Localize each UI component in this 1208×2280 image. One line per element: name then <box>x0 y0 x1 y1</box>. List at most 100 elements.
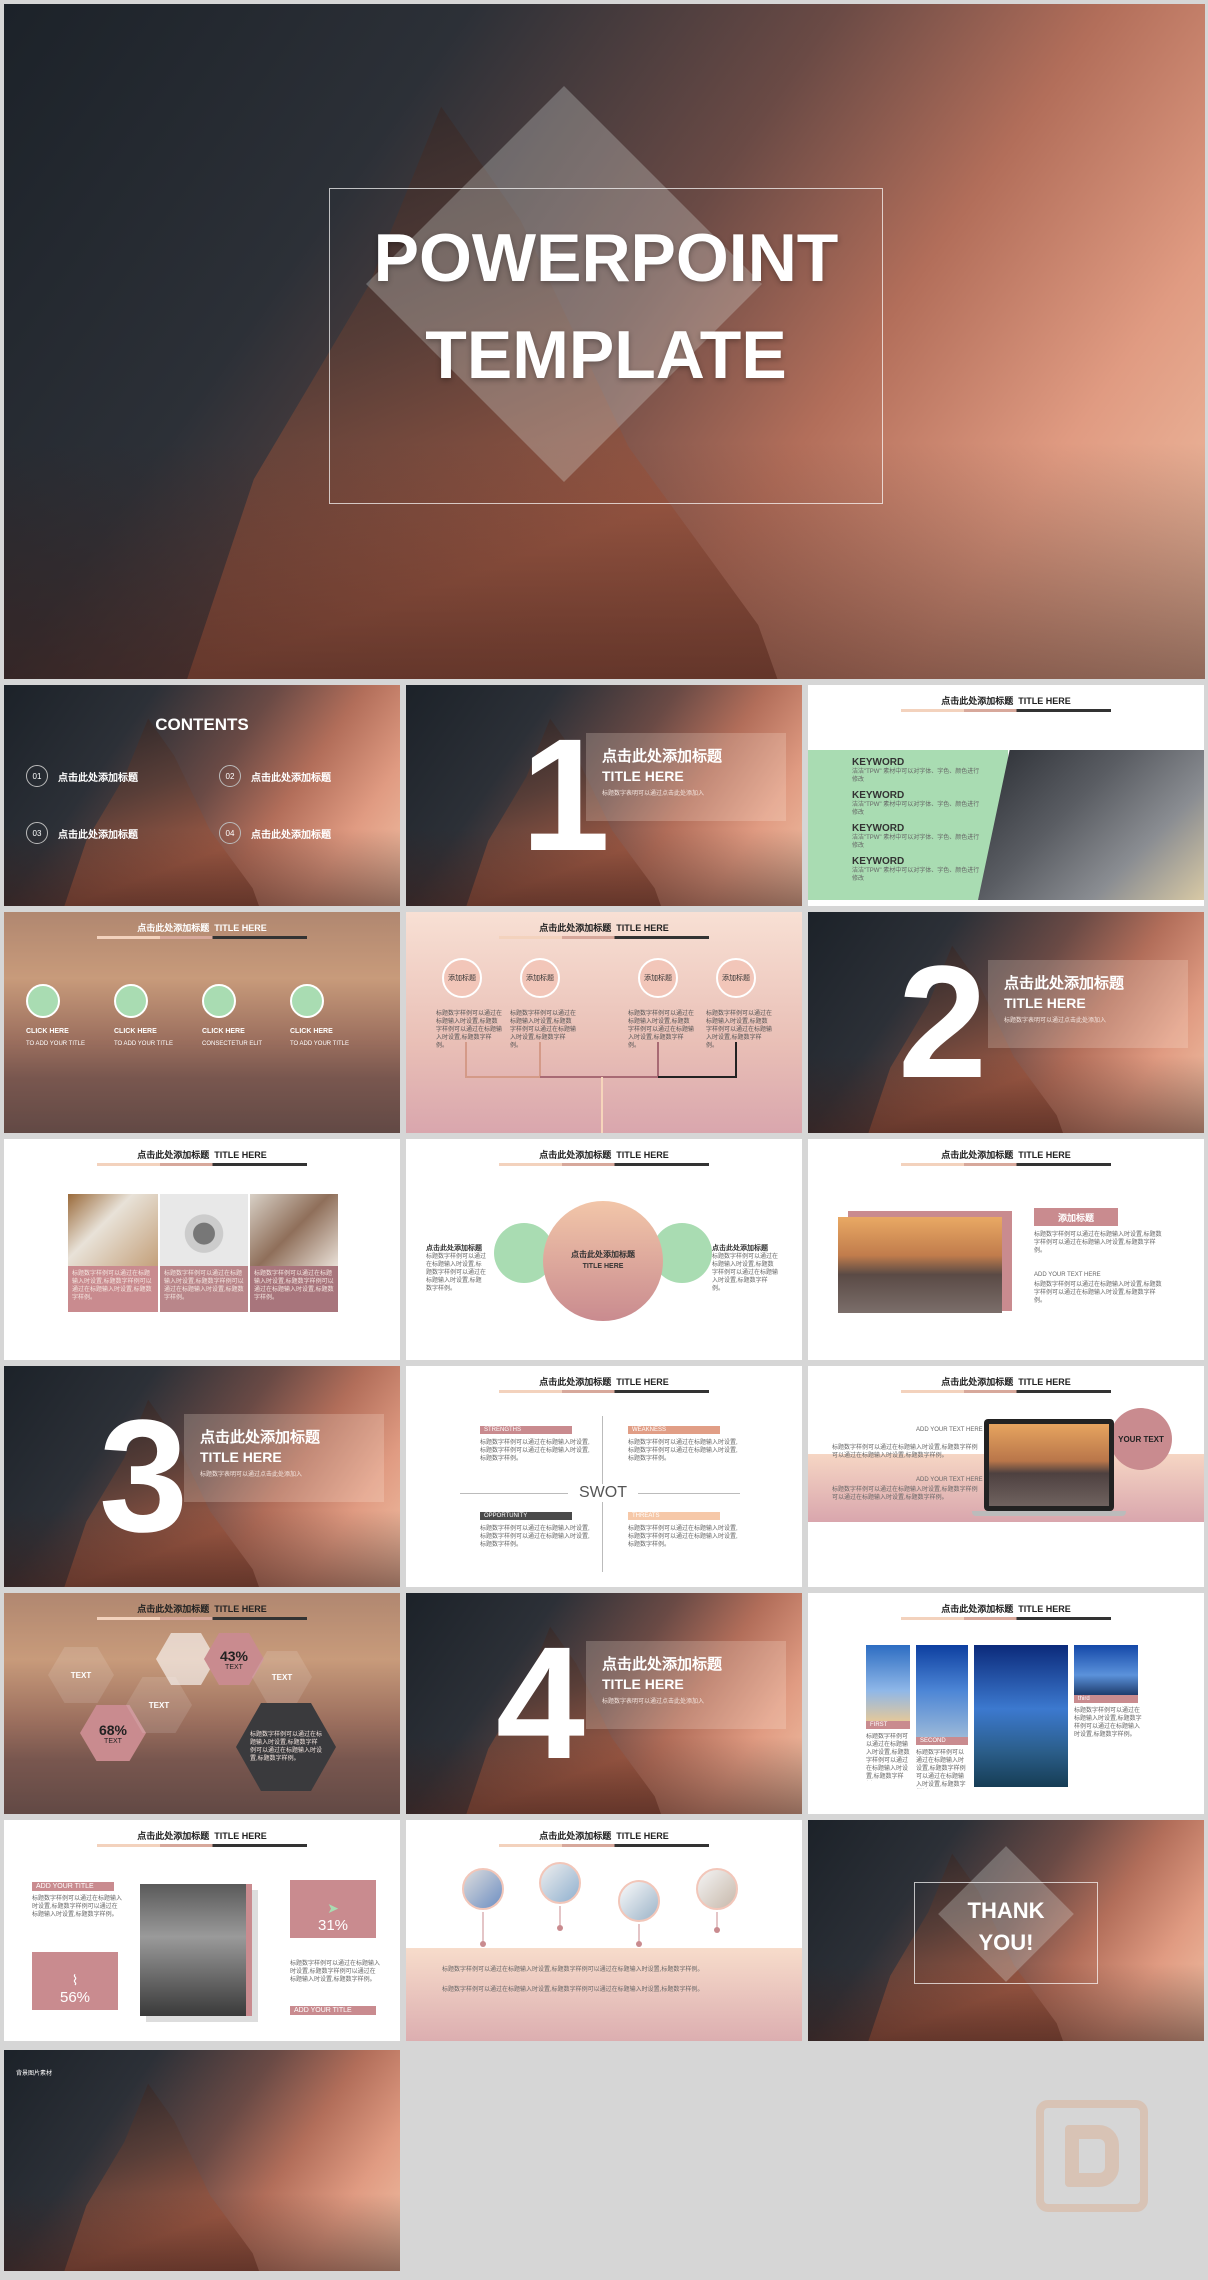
clickhere-item[interactable]: CLICK HERE TO ADD YOUR TITLE <box>26 984 86 1047</box>
body-text: 标题数字样例可以通过在标题输入时设置,标题数字样例可以通过在标题输入时设置,标题… <box>426 1254 487 1292</box>
swot-weakness[interactable]: WEAKNESS <box>628 1426 720 1434</box>
body-text: 标题数字样例可以通过在标题输入时设置,标题数字样例可以通过在标题输入时设置,标题… <box>442 1987 704 1993</box>
keyword-desc: 洁洁"TPW" 素材中可以对字体、字色、颜色进行修改 <box>852 868 980 882</box>
background-slide[interactable]: 背景图片素材 <box>4 2050 400 2271</box>
contents-title: CONTENTS <box>155 715 249 734</box>
clickhere-label: CLICK HERE <box>290 1028 333 1035</box>
body-text: 标题数字样例可以通过在标题输入时设置,标题数字样例可以通过在标题输入时设置,标题… <box>1034 1282 1162 1304</box>
hex-percent: 68% <box>98 1721 128 1738</box>
contents-slide[interactable]: CONTENTS 01 点击此处添加标题 02 点击此处添加标题 03 点击此处… <box>4 685 400 906</box>
header-cn: 点击此处添加标题 <box>539 1377 612 1387</box>
book-photo <box>68 1194 158 1266</box>
body-text: 标题数字样例可以通过在标题输入时设置,标题数字样例可以通过在标题输入时设置,标题… <box>832 1487 978 1501</box>
swot-center: SWOT <box>568 1484 638 1502</box>
photos-slide[interactable]: 点击此处添加标题 TITLE HERE 标题数字样例可以通过在标题输入时设置,标… <box>4 1139 400 1360</box>
body-text: 标题数字样例可以通过在标题输入时设置,标题数字样例可以通过在标题输入时设置,标题… <box>72 1271 152 1301</box>
timeline-pins <box>480 1906 720 1947</box>
header-cn: 点击此处添加标题 <box>941 1604 1014 1614</box>
swot-strengths[interactable]: STRENGTHS <box>480 1426 572 1434</box>
header-bar <box>97 936 307 939</box>
your-text-circle[interactable]: YOUR TEXT <box>1110 1408 1172 1470</box>
caption-box: 标题数字样例可以通过在标题输入时设置,标题数字样例可以通过在标题输入时设置,标题… <box>68 1266 158 1312</box>
letter-photo <box>250 1194 338 1266</box>
contents-item-1[interactable]: 01 点击此处添加标题 <box>26 765 138 787</box>
tree-lines <box>465 1042 737 1133</box>
swot-opportunity[interactable]: OPPORTUNITY <box>480 1512 572 1520</box>
section-cn: 点击此处添加标题 <box>1004 975 1125 992</box>
canal-text-slide[interactable]: 点击此处添加标题 TITLE HERE 添加标题 标题数字样例可以通过在标题输入… <box>808 1139 1204 1360</box>
section-cn: 点击此处添加标题 <box>602 1656 723 1673</box>
tree-slide[interactable]: 点击此处添加标题 TITLE HERE 添加标题 添加标题 添加标题 添加标题 … <box>406 912 802 1133</box>
swot-threats[interactable]: THREATS <box>628 1512 720 1520</box>
header-en: TITLE HERE <box>214 923 267 933</box>
header-cn: 点击此处添加标题 <box>941 1150 1014 1160</box>
section-3-slide[interactable]: 3 点击此处添加标题 TITLE HERE 标题数字表明可以通过点击此处添加入 <box>4 1366 400 1587</box>
section-4-slide[interactable]: 4 点击此处添加标题 TITLE HERE 标题数字表明可以通过点击此处添加入 <box>406 1593 802 1814</box>
header-en: TITLE HERE <box>1018 696 1071 706</box>
stats-title-1[interactable]: ADD YOUR TITLE <box>32 1882 114 1891</box>
cover-title-2: TEMPLATE <box>425 317 787 393</box>
section-1-slide[interactable]: 1 点击此处添加标题 TITLE HERE 标题数字表明可以通过点击此处添加入 <box>406 685 802 906</box>
header-bar <box>901 1163 1111 1166</box>
stats-title-2[interactable]: ADD YOUR TITLE <box>290 2006 376 2015</box>
clickhere-item[interactable]: CLICK HERE CONSECTETUR ELIT <box>202 984 262 1047</box>
clickhere-sub: TO ADD YOUR TITLE <box>26 1041 86 1047</box>
contents-item-2[interactable]: 02 点击此处添加标题 <box>219 765 331 787</box>
header-cn: 点击此处添加标题 <box>137 1604 210 1614</box>
clickhere-item[interactable]: CLICK HERE TO ADD YOUR TITLE <box>290 984 350 1047</box>
paper-plane-icon: ➤ <box>327 1900 339 1916</box>
contents-num: 02 <box>219 765 241 787</box>
your-text-label: YOUR TEXT <box>1118 1434 1164 1444</box>
addtitle-label: 添加标题 <box>1057 1213 1094 1223</box>
thanks-slide[interactable]: THANK YOU! <box>808 1820 1204 2041</box>
city-photo <box>1074 1645 1138 1695</box>
tower-photo <box>916 1645 968 1737</box>
header-en: TITLE HERE <box>616 1377 669 1387</box>
keyword-label: KEYWORD <box>852 823 905 834</box>
body-text: 标题数字样例可以通过在标题输入时设置,标题数字样例可以通过在标题输入时设置,标题… <box>628 1526 738 1548</box>
contents-label: 点击此处添加标题 <box>58 772 138 784</box>
traffic-photo <box>140 1884 252 2016</box>
section-cn: 点击此处添加标题 <box>200 1429 321 1446</box>
stats-slide[interactable]: 点击此处添加标题 TITLE HERE ADD YOUR TITLE 标题数字样… <box>4 1820 400 2041</box>
user-icon <box>26 984 60 1018</box>
clickhere-slide[interactable]: 点击此处添加标题 TITLE HERE CLICK HERE TO ADD YO… <box>4 912 400 1133</box>
timeline-slide[interactable]: 点击此处添加标题 TITLE HERE 标题数字样例可以通过在标题输入时设置,标… <box>406 1820 802 2041</box>
contents-item-3[interactable]: 03 点击此处添加标题 <box>26 822 138 844</box>
thanks-line-1: THANK <box>967 1898 1045 1923</box>
section-number: 4 <box>496 1613 585 1792</box>
contents-item-4[interactable]: 04 点击此处添加标题 <box>219 822 331 844</box>
header-bar <box>901 1390 1111 1393</box>
watermark-logo <box>1036 2100 1148 2212</box>
addtitle-tag[interactable]: 添加标题 <box>1034 1208 1118 1226</box>
section-2-slide[interactable]: 2 点击此处添加标题 TITLE HERE 标题数字表明可以通过点击此处添加入 <box>808 912 1204 1133</box>
laptop-slide[interactable]: 点击此处添加标题 TITLE HERE YOUR TEXT ADD YOUR T… <box>808 1366 1204 1587</box>
section-en: TITLE HERE <box>602 1676 684 1692</box>
cover-slide[interactable]: POWERPOINT TEMPLATE <box>4 4 1205 679</box>
hex-label: TEXT <box>148 1700 170 1710</box>
clickhere-label: CLICK HERE <box>114 1028 157 1035</box>
header-bar <box>97 1617 307 1620</box>
header-bar <box>499 1163 709 1166</box>
swot-slide[interactable]: 点击此处添加标题 TITLE HERE SWOT STRENGTHS 标题数字样… <box>406 1366 802 1587</box>
section-number: 2 <box>898 932 987 1111</box>
body-text: 标题数字样例可以通过在标题输入时设置,标题数字样例可以通过在标题输入时设置,标题… <box>250 1732 323 1762</box>
buildings-slide[interactable]: 点击此处添加标题 TITLE HERE FIRST 标题数字样例可以通过在标题输… <box>808 1593 1204 1814</box>
body-text: 标题数字样例可以通过在标题输入时设置,标题数字样例可以通过在标题输入时设置,标题… <box>1074 1708 1142 1738</box>
building-third: third <box>1074 1695 1138 1703</box>
clickhere-sub: TO ADD YOUR TITLE <box>290 1041 350 1047</box>
keyword-desc: 洁洁"TPW" 素材中可以对字体、字色、颜色进行修改 <box>852 802 980 816</box>
venn-center <box>543 1201 663 1321</box>
hex-label: TEXT <box>104 1737 122 1745</box>
header-cn: 点击此处添加标题 <box>941 1377 1014 1387</box>
body-text: 标题数字样例可以通过在标题输入时设置,标题数字样例可以通过在标题输入时设置,标题… <box>1034 1232 1162 1254</box>
stat-31: ➤ 31% <box>290 1880 376 1938</box>
header-en: TITLE HERE <box>214 1150 267 1160</box>
hex-slide[interactable]: 点击此处添加标题 TITLE HERE TEXT 68% TEXT TEXT 43… <box>4 1593 400 1814</box>
header-cn: 点击此处添加标题 <box>137 1150 210 1160</box>
hex-label: TEXT <box>225 1663 243 1671</box>
header-en: TITLE HERE <box>1018 1150 1071 1160</box>
venn-slide[interactable]: 点击此处添加标题 TITLE HERE 点击此处添加标题 TITLE HERE … <box>406 1139 802 1360</box>
keyword-slide[interactable]: 点击此处添加标题 TITLE HERE KEYWORD 洁洁"TPW" 素材中可… <box>808 685 1204 906</box>
clickhere-item[interactable]: CLICK HERE TO ADD YOUR TITLE <box>114 984 173 1047</box>
